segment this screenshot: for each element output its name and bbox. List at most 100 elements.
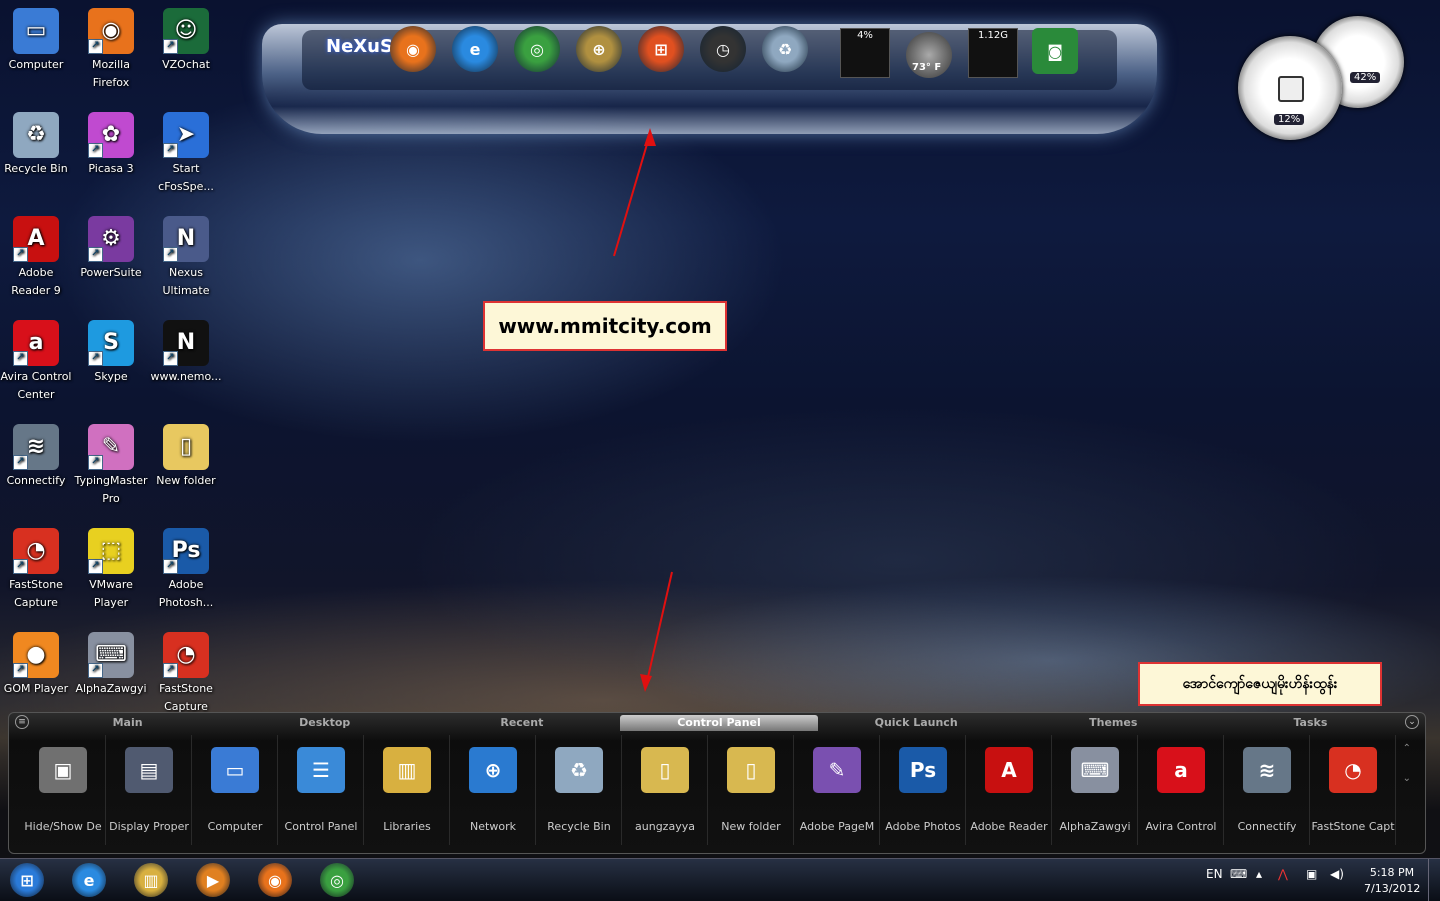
firefox-icon[interactable]: ◉ (390, 26, 436, 72)
dock-item[interactable]: ▤ Display Proper (107, 735, 192, 845)
desktop-icon[interactable]: N ↗ Nexus Ultimate (149, 216, 223, 300)
desktop-icon[interactable]: ≋ ↗ Connectify (0, 424, 73, 490)
arrow-down-head (640, 674, 652, 692)
start-button-icon[interactable]: ⊞ (10, 863, 44, 897)
dock-tab[interactable]: Desktop (226, 715, 423, 731)
scroll-down-icon[interactable]: ⌄ (1403, 773, 1411, 784)
internet-explorer-icon[interactable]: e (72, 863, 106, 897)
dock-menu-icon[interactable]: ≡ (15, 715, 29, 729)
desktop-icon[interactable]: ☺ ↗ VZOchat (149, 8, 223, 74)
desktop-icon[interactable]: ♻ Recycle Bin (0, 112, 73, 178)
shortcut-arrow-icon: ↗ (88, 247, 103, 262)
cpu-meter[interactable]: 4% (840, 28, 890, 78)
dock-item[interactable]: ⌨ AlphaZawgyi (1053, 735, 1138, 845)
network-tray-icon[interactable]: ▣ (1306, 867, 1317, 881)
desktop-icon[interactable]: N ↗ www.nemo... (149, 320, 223, 386)
dock-tab[interactable]: Control Panel (620, 715, 818, 731)
dock-item[interactable]: ▣ Hide/Show De (21, 735, 106, 845)
computer-icon: ▭ (211, 747, 259, 793)
shortcut-arrow-icon: ↗ (163, 39, 178, 54)
desktop-icon[interactable]: ▯ New folder (149, 424, 223, 490)
desktop-icon[interactable]: ◔ ↗ FastStone Capture (0, 528, 73, 612)
firefox-icon[interactable]: ◉ (258, 863, 292, 897)
dock-tab[interactable]: Themes (1015, 715, 1212, 731)
memory-meter[interactable]: 1.12G (968, 28, 1018, 78)
desktop-icon[interactable]: ⌨ ↗ AlphaZawgyi (74, 632, 148, 698)
dock-item-label: Adobe Reader (970, 820, 1048, 833)
clock-icon[interactable]: ◷ (700, 26, 746, 72)
desktop-icon[interactable]: ● ↗ GOM Player (0, 632, 73, 698)
dock-tab[interactable]: Recent (423, 715, 620, 731)
desktop-icon[interactable]: ⬚ ↗ VMware Player (74, 528, 148, 612)
shortcut-arrow-icon: ↗ (13, 663, 28, 678)
desktop-icon[interactable]: ⚙ ↗ PowerSuite (74, 216, 148, 282)
weather-temperature: 73° F (912, 62, 942, 73)
scroll-up-icon[interactable]: ⌃ (1403, 743, 1411, 754)
shortcut-arrow-icon: ↗ (88, 143, 103, 158)
dock-item-label: Connectify (1237, 820, 1297, 833)
display-properties-icon: ▤ (125, 747, 173, 793)
dock-item[interactable]: a Avira Control (1139, 735, 1224, 845)
dock-tab[interactable]: Tasks (1212, 715, 1409, 731)
desktop-icon[interactable]: ◔ ↗ FastStone Capture (149, 632, 223, 716)
windows-taskbar: ⊞ e ▥ ▶ ◉ ◎ EN ⌨ ▴ ⋀ ▣ ◀) 5:18 PM 7/13/2012 (0, 858, 1440, 901)
desktop-icon[interactable]: ➤ ↗ Start cFosSpe... (149, 112, 223, 196)
dock-item[interactable]: ♻ Recycle Bin (537, 735, 622, 845)
cfosspeed-icon: ➤ ↗ (163, 112, 209, 158)
typingmaster-icon: ✎ ↗ (88, 424, 134, 470)
desktop-icon[interactable]: ✿ ↗ Picasa 3 (74, 112, 148, 178)
dock-item[interactable]: ≋ Connectify (1225, 735, 1310, 845)
chrome-icon[interactable]: ◎ (320, 863, 354, 897)
camera-icon[interactable]: ◙ (1032, 28, 1078, 74)
dock-item[interactable]: ▯ aungzayya (623, 735, 708, 845)
dock-item[interactable]: ⊕ Network (451, 735, 536, 845)
show-hidden-icons-icon[interactable]: ▴ (1256, 867, 1262, 881)
dock-tab[interactable]: Main (29, 715, 226, 731)
dock-item[interactable]: ◔ FastStone Capt (1311, 735, 1396, 845)
dock-item[interactable]: ▯ New folder (709, 735, 794, 845)
nexus-icon: N ↗ (163, 216, 209, 262)
desktop-icon-label: Computer (8, 58, 64, 71)
desktop-icon-label: Start cFosSpe... (158, 162, 214, 193)
internet-explorer-icon[interactable]: e (452, 26, 498, 72)
desktop-icon-label: FastStone Capture (9, 578, 63, 609)
show-desktop-button[interactable] (1428, 859, 1440, 901)
connectify-icon: ≋ ↗ (13, 424, 59, 470)
dock-item-label: Display Proper (109, 820, 189, 833)
chrome-icon[interactable]: ◎ (514, 26, 560, 72)
shortcut-arrow-icon: ↗ (163, 143, 178, 158)
dock-item[interactable]: Ps Adobe Photos (881, 735, 966, 845)
volume-icon[interactable]: ◀) (1330, 867, 1344, 881)
dock-item[interactable]: ▥ Libraries (365, 735, 450, 845)
dock-collapse-icon[interactable]: ⌄ (1405, 715, 1419, 729)
windows-icon[interactable]: ⊞ (638, 26, 684, 72)
desktop-icon[interactable]: Ps ↗ Adobe Photosh... (149, 528, 223, 612)
dock-item[interactable]: ▭ Computer (193, 735, 278, 845)
desktop-icon[interactable]: a ↗ Avira Control Center (0, 320, 73, 404)
explorer-icon[interactable]: ▥ (134, 863, 168, 897)
dock-tab[interactable]: Quick Launch (818, 715, 1015, 731)
recycle-bin-icon[interactable]: ♻ (762, 26, 808, 72)
globe-icon[interactable]: ⊕ (576, 26, 622, 72)
nexus-top-dock: NeXuS ◉ e ◎ ⊕ ⊞ ◷ ♻ 4% 73° F 1.12G ◙ (262, 18, 1157, 134)
desktop-icon[interactable]: ◉ ↗ Mozilla Firefox (74, 8, 148, 92)
avira-tray-icon[interactable]: ⋀ (1278, 867, 1288, 881)
shortcut-arrow-icon: ↗ (88, 663, 103, 678)
desktop-icon[interactable]: ▭ Computer (0, 8, 73, 74)
media-player-icon[interactable]: ▶ (196, 863, 230, 897)
clock[interactable]: 5:18 PM 7/13/2012 (1364, 865, 1420, 897)
language-indicator[interactable]: EN (1206, 867, 1223, 881)
desktop-icon[interactable]: ✎ ↗ TypingMaster Pro (74, 424, 148, 508)
dock-item-label: AlphaZawgyi (1059, 820, 1131, 833)
dock-item[interactable]: A Adobe Reader (967, 735, 1052, 845)
dock-item[interactable]: ☰ Control Panel (279, 735, 364, 845)
dock-item[interactable]: ✎ Adobe PageM (795, 735, 880, 845)
keyboard-icon[interactable]: ⌨ (1230, 867, 1247, 881)
desktop-icon[interactable]: S ↗ Skype (74, 320, 148, 386)
shortcut-arrow-icon: ↗ (88, 351, 103, 366)
folder-icon: ▯ (727, 747, 775, 793)
dock-item-label: Computer (207, 820, 263, 833)
avira-icon: a (1157, 747, 1205, 793)
cpu-gauge[interactable]: 12% (1238, 36, 1342, 140)
desktop-icon[interactable]: A ↗ Adobe Reader 9 (0, 216, 73, 300)
